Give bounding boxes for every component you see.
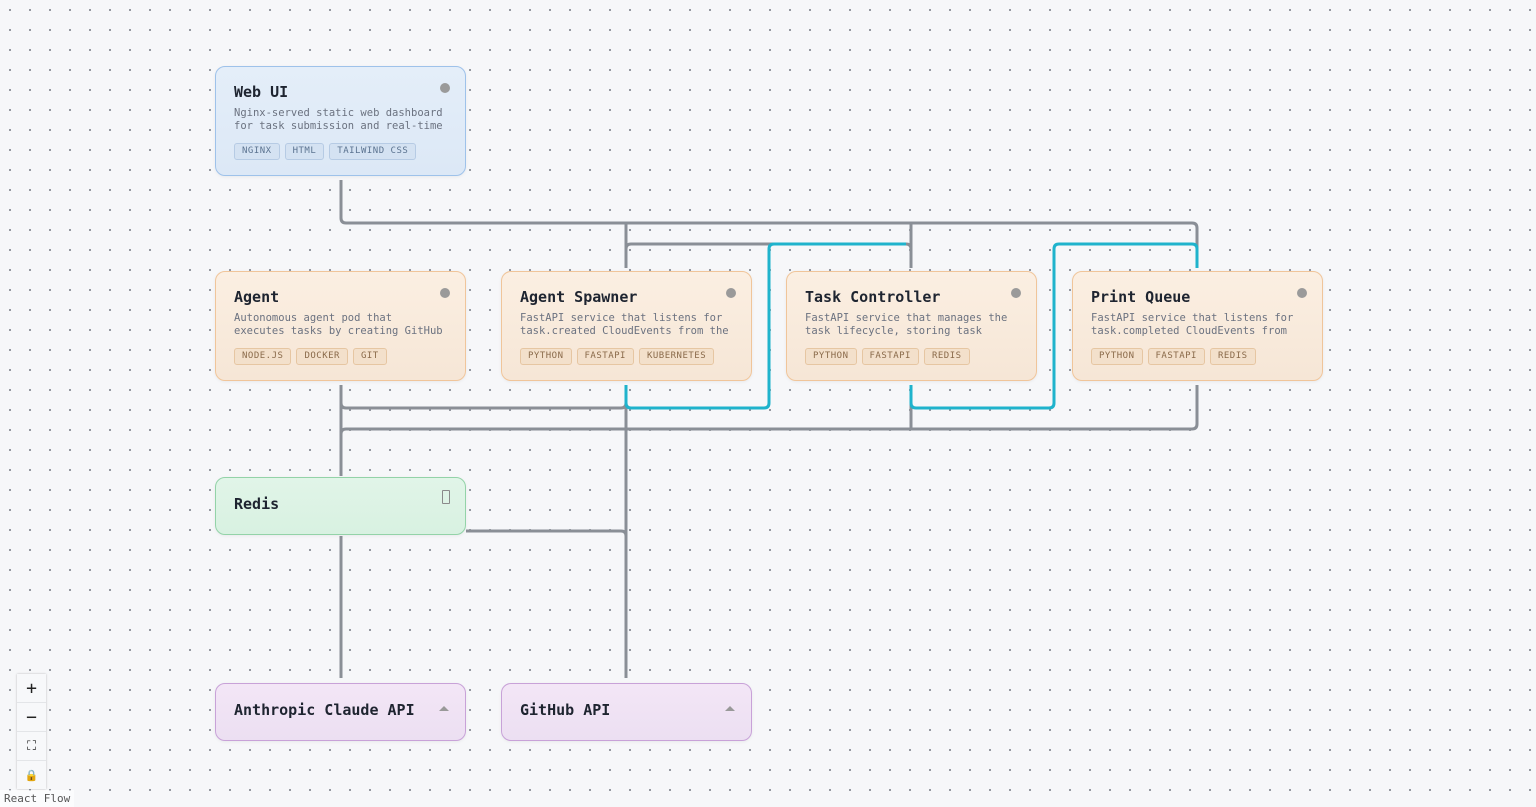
node-title: Web UI [234, 83, 289, 101]
node-redis[interactable]: Redis [215, 477, 466, 535]
tag: GIT [352, 348, 387, 365]
zoom-out-button[interactable]: − [17, 703, 46, 732]
tag: PYTHON [520, 348, 572, 365]
tag: REDIS [923, 348, 970, 365]
edge-bus-left[interactable] [339, 427, 347, 435]
edge-agent-agentspawner[interactable] [339, 385, 628, 410]
tag: PYTHON [805, 348, 857, 365]
fit-view-button[interactable]: ⛶ [17, 732, 46, 761]
node-description: Autonomous agent pod that executes tasks… [234, 312, 443, 337]
tag: NODE.JS [234, 348, 292, 365]
tag: TAILWIND CSS [329, 143, 417, 160]
node-agent[interactable]: Agent Autonomous agent pod that executes… [215, 271, 466, 381]
tag: FASTAPI [576, 348, 634, 365]
tag-list: NODE.JS DOCKER GIT [234, 348, 387, 365]
tag: PYTHON [1091, 348, 1143, 365]
node-anthropic-claude-api[interactable]: Anthropic Claude API [215, 683, 466, 741]
lock-icon: 🔒 [24, 768, 39, 782]
tag-list: PYTHON FASTAPI REDIS [1091, 348, 1256, 365]
node-description: Nginx-served static web dashboard for ta… [234, 107, 443, 132]
node-title: Task Controller [805, 288, 941, 306]
node-task-controller[interactable]: Task Controller FastAPI service that man… [786, 271, 1037, 381]
node-description: FastAPI service that listens for task.cr… [520, 312, 729, 337]
react-flow-attribution[interactable]: React Flow [0, 790, 75, 807]
tag-list: PYTHON FASTAPI REDIS [805, 348, 970, 365]
fit-view-icon: ⛶ [26, 738, 37, 754]
zoom-in-button[interactable]: + [17, 674, 46, 703]
status-dot-icon [440, 83, 450, 93]
edge-agents-bus[interactable] [346, 385, 1199, 431]
database-icon [442, 490, 450, 504]
edge-agentspawner-taskcontroller[interactable] [624, 242, 913, 268]
node-web-ui[interactable]: Web UI Nginx-served static web dashboard… [215, 66, 466, 176]
edge-webui-printqueue[interactable] [339, 180, 1199, 268]
node-description: FastAPI service that listens for task.co… [1091, 312, 1294, 337]
lock-button[interactable]: 🔒 [17, 761, 46, 789]
node-agent-spawner[interactable]: Agent Spawner FastAPI service that liste… [501, 271, 752, 381]
tag: DOCKER [296, 348, 348, 365]
tag: REDIS [1209, 348, 1256, 365]
tag: NGINX [234, 143, 280, 160]
edge-redis-agentspawner[interactable] [466, 529, 628, 537]
status-dot-icon [440, 288, 450, 298]
node-print-queue[interactable]: Print Queue FastAPI service that listens… [1072, 271, 1323, 381]
status-dot-icon [1297, 288, 1307, 298]
cloud-icon [725, 706, 735, 711]
tag-list: NGINX HTML TAILWIND CSS [234, 143, 417, 160]
tag-list: PYTHON FASTAPI KUBERNETES [520, 348, 715, 365]
cloud-icon [439, 706, 449, 711]
node-title: GitHub API [520, 701, 611, 719]
status-dot-icon [1011, 288, 1021, 298]
tag: HTML [284, 143, 325, 160]
node-title: Redis [234, 495, 280, 513]
flow-controls: + − ⛶ 🔒 [17, 674, 46, 789]
node-title: Agent [234, 288, 280, 306]
node-github-api[interactable]: GitHub API [501, 683, 752, 741]
node-description: FastAPI service that manages the task li… [805, 312, 1008, 337]
node-title: Agent Spawner [520, 288, 638, 306]
tag: KUBERNETES [638, 348, 715, 365]
status-dot-icon [726, 288, 736, 298]
tag: FASTAPI [1147, 348, 1205, 365]
node-title: Print Queue [1091, 288, 1191, 306]
node-title: Anthropic Claude API [234, 701, 415, 719]
tag: FASTAPI [861, 348, 919, 365]
